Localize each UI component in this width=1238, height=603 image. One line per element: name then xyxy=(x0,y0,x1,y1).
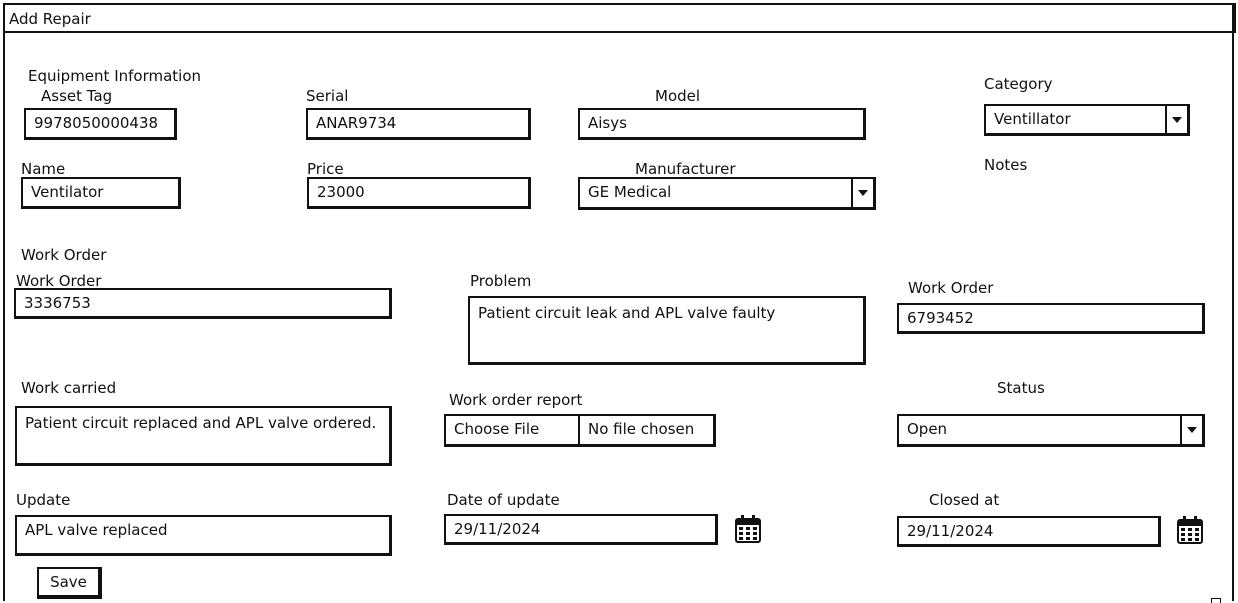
problem-label: Problem xyxy=(470,272,532,290)
category-select[interactable]: Ventillator xyxy=(984,104,1190,136)
closed-at-field[interactable]: 29/11/2024 xyxy=(897,516,1161,547)
section-equipment-title: Equipment Information xyxy=(28,67,202,85)
date-of-update-label: Date of update xyxy=(447,491,560,509)
window-title: Add Repair xyxy=(9,10,91,28)
work-order-field[interactable]: 3336753 xyxy=(14,288,392,319)
save-button[interactable]: Save xyxy=(37,567,102,599)
status-select[interactable]: Open xyxy=(897,414,1205,447)
category-value: Ventillator xyxy=(994,110,1071,128)
status-label: Status xyxy=(997,379,1045,397)
asset-tag-label: Asset Tag xyxy=(41,87,113,105)
chevron-down-icon[interactable] xyxy=(851,179,873,207)
name-label: Name xyxy=(21,160,66,178)
model-label: Model xyxy=(655,87,701,105)
calendar-icon[interactable] xyxy=(1177,516,1203,544)
serial-field[interactable]: ANAR9734 xyxy=(306,108,531,140)
price-field[interactable]: 23000 xyxy=(307,177,531,209)
update-field[interactable]: APL valve replaced xyxy=(15,515,392,556)
work-carried-textarea[interactable]: Patient circuit replaced and APL valve o… xyxy=(15,406,392,466)
update-label: Update xyxy=(16,491,71,509)
date-of-update-field[interactable]: 29/11/2024 xyxy=(444,514,718,545)
section-work-order-title: Work Order xyxy=(21,246,107,264)
manufacturer-value: GE Medical xyxy=(588,183,672,201)
problem-textarea[interactable]: Patient circuit leak and APL valve fault… xyxy=(468,296,866,365)
work-carried-label: Work carried xyxy=(21,379,117,397)
calendar-icon[interactable] xyxy=(735,515,761,543)
manufacturer-select[interactable]: GE Medical xyxy=(578,177,876,210)
name-field[interactable]: Ventilator xyxy=(21,177,181,209)
asset-tag-field[interactable]: 9978050000438 xyxy=(24,108,177,140)
chevron-down-icon[interactable] xyxy=(1180,416,1202,444)
work-order-2-field[interactable]: 6793452 xyxy=(897,303,1205,334)
manufacturer-label: Manufacturer xyxy=(635,160,736,178)
work-order-report-label: Work order report xyxy=(449,391,583,409)
chevron-down-icon[interactable] xyxy=(1165,106,1187,133)
category-label: Category xyxy=(984,75,1053,93)
serial-label: Serial xyxy=(306,87,349,105)
title-bar: Add Repair xyxy=(3,3,1236,33)
no-file-chosen-text: No file chosen xyxy=(578,414,716,447)
status-value: Open xyxy=(907,420,948,438)
notes-label: Notes xyxy=(984,156,1028,174)
resize-handle[interactable] xyxy=(1211,598,1221,603)
price-label: Price xyxy=(307,160,344,178)
closed-at-label: Closed at xyxy=(929,491,1000,509)
choose-file-button[interactable]: Choose File xyxy=(444,414,581,447)
work-order-2-label: Work Order xyxy=(908,279,994,297)
model-field[interactable]: Aisys xyxy=(578,108,866,140)
